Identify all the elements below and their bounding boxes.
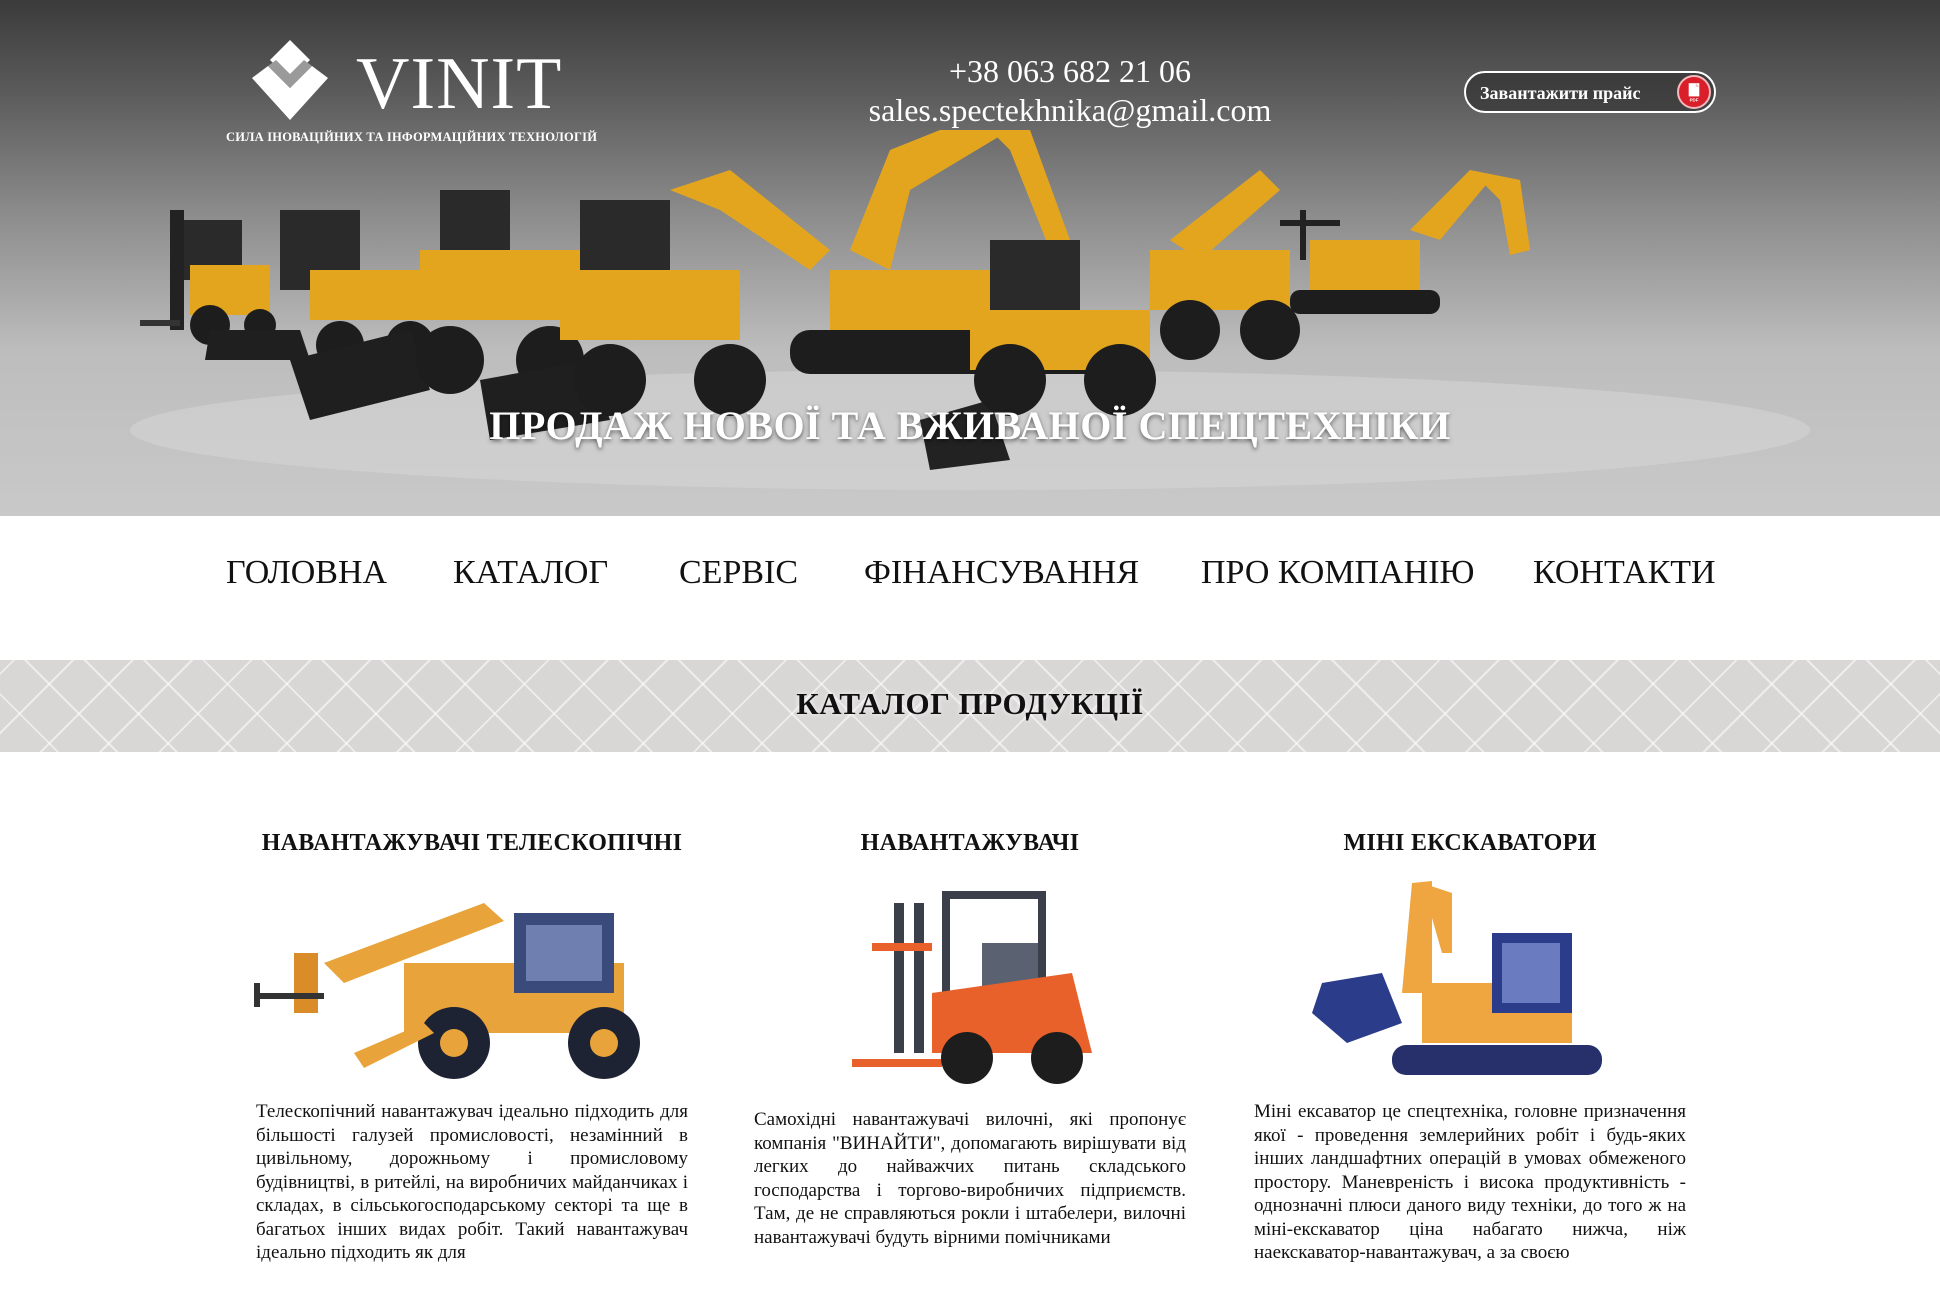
product-card-forklifts[interactable]: НАВАНТАЖУВАЧІ Самохідні навантажувачі ви… xyxy=(752,830,1188,1248)
product-description: Самохідні навантажувачі вилочні, які про… xyxy=(754,1109,1186,1248)
nav-item-about[interactable]: ПРО КОМПАНІЮ xyxy=(1201,554,1474,592)
nav-item-financing[interactable]: ФІНАНСУВАННЯ xyxy=(864,554,1139,592)
product-card-mini-excavators[interactable]: МІНІ ЕКСКАВАТОРИ Міні ексаватор це спецт… xyxy=(1252,830,1688,1263)
machine-forklift-icon xyxy=(140,210,276,345)
machine-mini-excavator-icon xyxy=(1290,170,1530,314)
telehandler-icon[interactable] xyxy=(254,873,690,1093)
product-card-telehandlers[interactable]: НАВАНТАЖУВАЧІ ТЕЛЕСКОПІЧНІ Телескопічний… xyxy=(254,830,690,1263)
catalog-section-header: КАТАЛОГ ПРОДУКЦІЇ xyxy=(0,660,1940,752)
email-address[interactable]: sales.spectekhnika@gmail.com xyxy=(830,91,1310,130)
download-price-label: Завантажити прайс xyxy=(1480,83,1641,103)
nav-item-contacts[interactable]: КОНТАКТИ xyxy=(1533,554,1716,592)
product-title[interactable]: НАВАНТАЖУВАЧІ ТЕЛЕСКОПІЧНІ xyxy=(254,830,690,857)
pdf-icon: PDF xyxy=(1677,75,1711,109)
product-description: Міні ексаватор це спецтехніка, головне п… xyxy=(1254,1101,1686,1263)
download-price-button[interactable]: Завантажити прайс PDF xyxy=(1464,71,1716,113)
logo-text: VINIT xyxy=(356,43,563,125)
contact-info: +38 063 682 21 06 sales.spectekhnika@gma… xyxy=(830,52,1310,130)
nav-item-home[interactable]: ГОЛОВНА xyxy=(226,554,387,592)
main-navigation: ГОЛОВНА КАТАЛОГ СЕРВІС ФІНАНСУВАННЯ ПРО … xyxy=(0,516,1940,660)
catalog-title: КАТАЛОГ ПРОДУКЦІЇ xyxy=(796,686,1144,721)
machinery-lineup-image xyxy=(130,130,1810,490)
pdf-icon-label: PDF xyxy=(1690,98,1699,103)
nav-item-catalog[interactable]: КАТАЛОГ xyxy=(453,554,608,592)
mini-excavator-icon[interactable] xyxy=(1252,873,1688,1093)
phone-number[interactable]: +38 063 682 21 06 xyxy=(830,52,1310,91)
hero-banner: VINIT СИЛА ІНОВАЦІЙНИХ ТА ІНФОРМАЦІЙНИХ … xyxy=(0,0,1940,516)
product-title[interactable]: МІНІ ЕКСКАВАТОРИ xyxy=(1252,830,1688,857)
product-description: Телескопічний навантажувач ідеально підх… xyxy=(256,1101,688,1263)
hero-title: ПРОДАЖ НОВОЇ ТА ВЖИВАНОЇ СПЕЦТЕХНІКИ xyxy=(489,403,1451,448)
nav-item-service[interactable]: СЕРВІС xyxy=(679,554,798,592)
forklift-icon[interactable] xyxy=(752,873,1188,1093)
product-title[interactable]: НАВАНТАЖУВАЧІ xyxy=(752,830,1188,857)
diamond-logo-icon xyxy=(252,40,328,120)
